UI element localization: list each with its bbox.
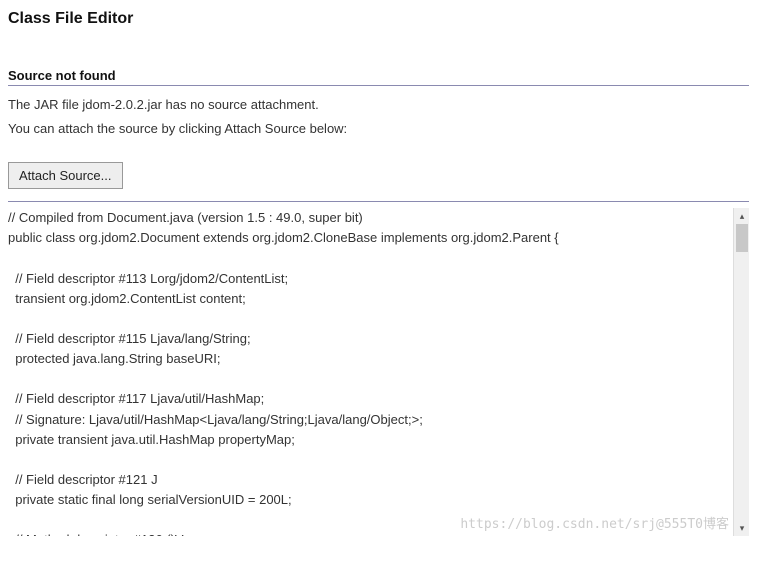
divider-bottom [8, 201, 749, 202]
scrollbar-down-arrow-icon[interactable]: ▾ [734, 520, 750, 536]
editor-title: Class File Editor [8, 10, 749, 28]
divider-top [8, 85, 749, 86]
scrollbar-thumb[interactable] [736, 224, 748, 252]
info-line-1: The JAR file jdom-2.0.2.jar has no sourc… [8, 94, 749, 116]
scrollbar-up-arrow-icon[interactable]: ▴ [734, 208, 750, 224]
info-line-2: You can attach the source by clicking At… [8, 118, 749, 140]
code-container: // Compiled from Document.java (version … [8, 208, 749, 536]
attach-source-button[interactable]: Attach Source... [8, 162, 123, 189]
decompiled-code-area[interactable]: // Compiled from Document.java (version … [8, 208, 749, 536]
source-not-found-heading: Source not found [8, 68, 749, 83]
vertical-scrollbar[interactable]: ▴ ▾ [733, 208, 749, 536]
